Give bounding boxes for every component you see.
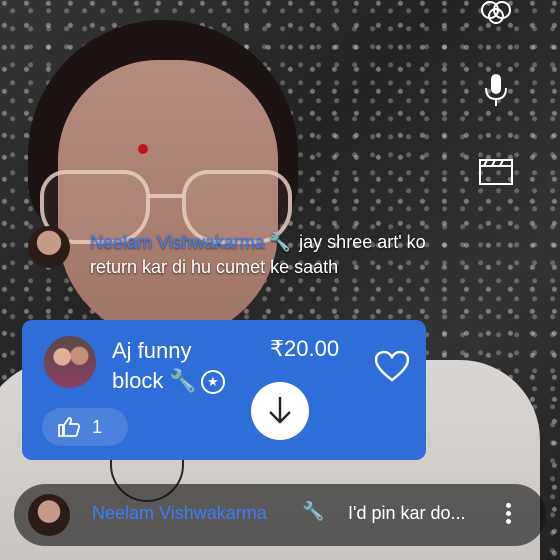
chat-avatar[interactable] [28,226,70,268]
scroll-down-button[interactable] [251,382,309,440]
like-count: 1 [92,417,103,437]
super-chat-card[interactable]: Aj funny block 🔧 ★ ₹20.00 1 [22,320,426,460]
video-feed [0,0,560,560]
super-chat-author-line2: block [112,368,164,393]
like-button[interactable]: 1 [42,408,128,446]
chat-message-text: Neelam Vishwakarma 🔧 jay shree art' ko ret… [90,230,450,280]
heart-icon[interactable] [374,350,410,382]
bindi [138,144,148,154]
super-chat-amount: ₹20.00 [270,336,340,361]
wrench-icon: 🔧 [169,368,197,393]
pinned-avatar[interactable] [28,494,70,536]
pinned-author-name[interactable]: Neelam Vishwakarma [92,503,267,524]
super-chat-author-line1: Aj funny [112,338,192,363]
pinned-message-text: I'd pin kar do... [348,503,466,523]
wrench-icon: 🔧 [268,232,292,252]
wrench-icon: 🔧 [302,501,325,521]
arrow-down-icon [269,397,291,424]
clapperboard-icon[interactable] [478,158,514,186]
verified-icon: ★ [200,370,225,395]
mic-icon[interactable] [482,72,510,108]
glasses-bridge [148,194,184,198]
thumbs-up-icon [58,417,80,437]
more-vert-icon[interactable] [502,500,514,530]
pinned-message-bar[interactable]: Neelam Vishwakarma 🔧 I'd pin kar do... [14,484,546,546]
chat-author-name[interactable]: Neelam Vishwakarma [90,232,265,252]
effects-icon[interactable] [478,0,514,24]
super-chat-avatar[interactable] [44,336,96,388]
